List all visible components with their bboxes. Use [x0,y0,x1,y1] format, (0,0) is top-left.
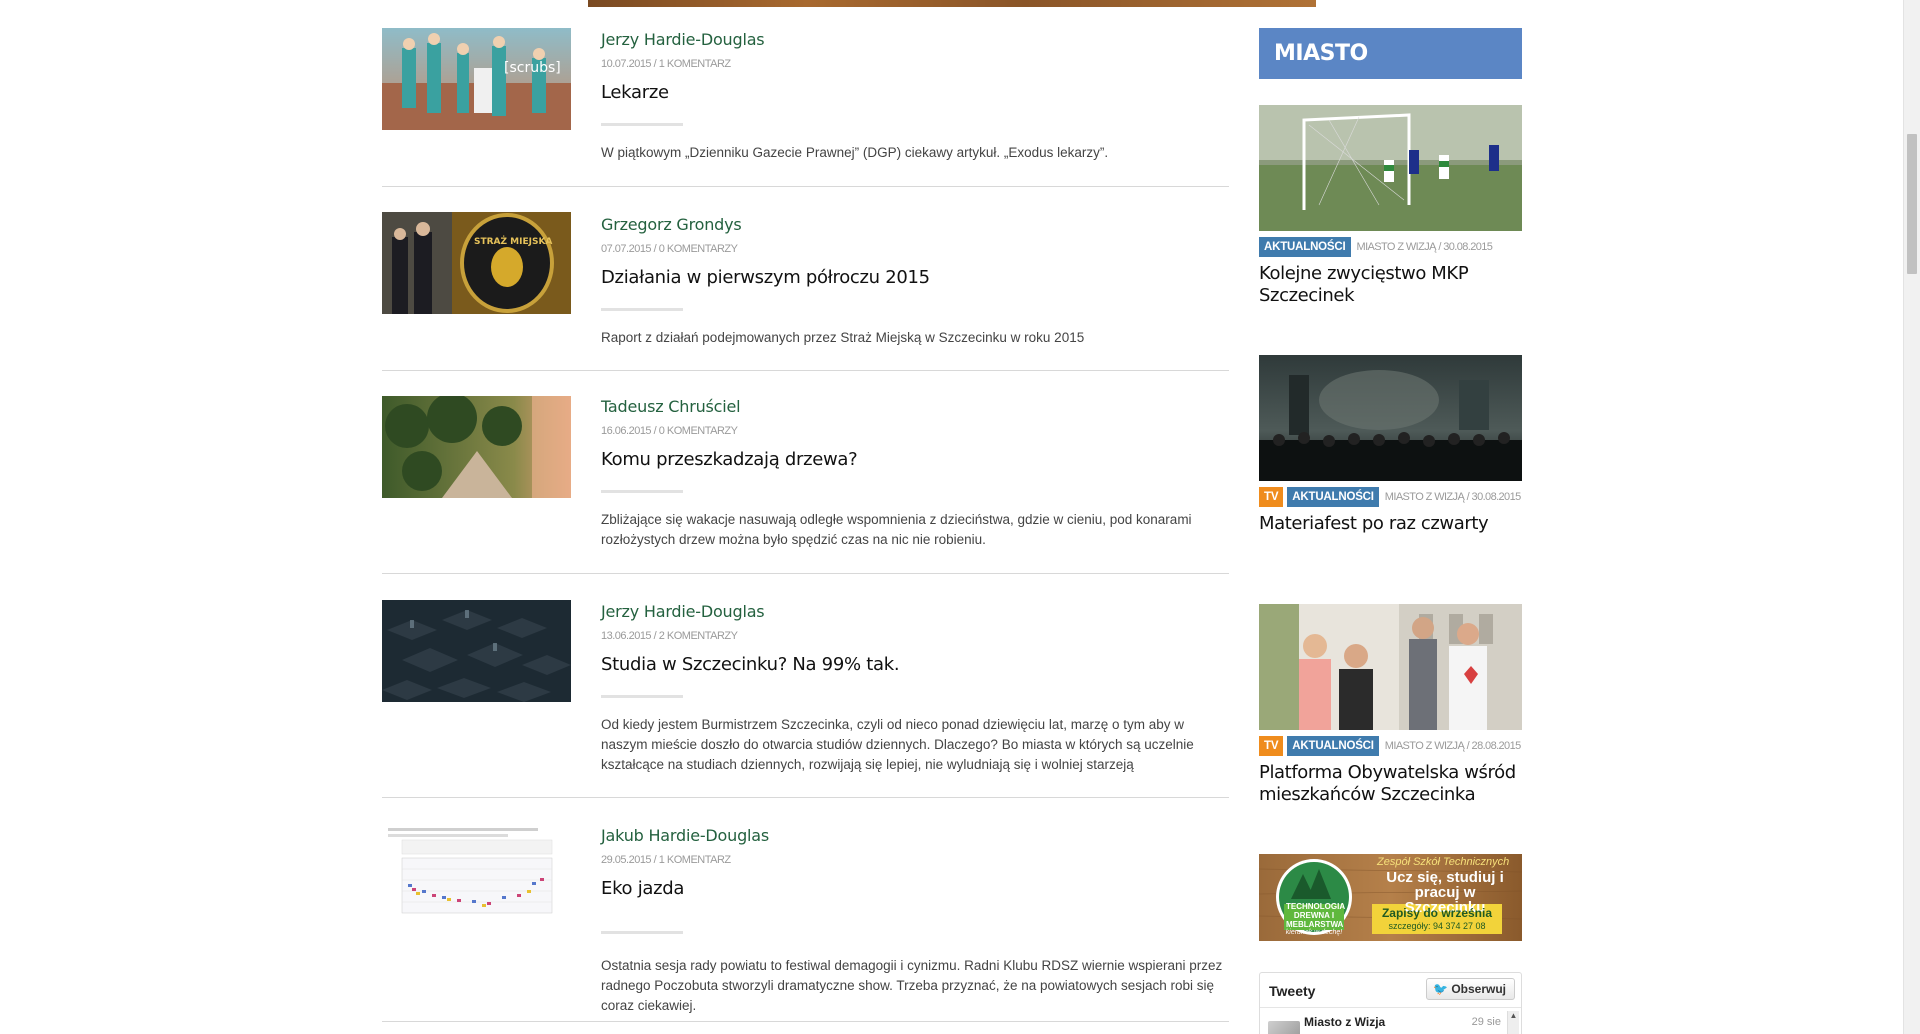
sidebar-news-title-link[interactable]: Materiafest po raz czwarty [1259,513,1522,535]
avatar [1268,1021,1300,1034]
separator [601,123,683,126]
sidebar-news-item: TV AKTUALNOŚCI MIASTO Z WIZJĄ / 30.08.20… [1259,355,1522,535]
sidebar-news-title-link[interactable]: Platforma Obywatelska wśród mieszkańców … [1259,762,1522,806]
article-meta: 16.06.2015 / 0 KOMENTARZY [601,425,738,437]
separator [601,308,683,311]
thumb-caption: [scrubs] [504,60,561,76]
sidebar-header: MIASTO [1259,28,1522,79]
tweet-item[interactable]: Miasto z Wizja 29 sie [1268,1013,1501,1034]
sidebar-news-meta: MIASTO Z WIZJĄ / 30.08.2015 [1356,241,1493,253]
article-title-link[interactable]: Studia w Szczecinku? Na 99% tak. [601,653,1229,677]
sidebar-news-item: AKTUALNOŚCI MIASTO Z WIZJĄ / 30.08.2015 … [1259,105,1522,307]
category-tag[interactable]: AKTUALNOŚCI [1259,237,1351,257]
sidebar-news-item: TV AKTUALNOŚCI MIASTO Z WIZJĄ / 28.08.20… [1259,604,1522,806]
article-author-link[interactable]: Jerzy Hardie-Douglas [601,29,1229,51]
article-thumbnail[interactable] [382,600,571,702]
category-tag[interactable]: TV [1259,736,1284,756]
sidebar-news-meta: MIASTO Z WIZJĄ / 30.08.2015 [1384,491,1521,503]
article-excerpt: Ostatnia sesja rady powiatu to festiwal … [601,958,1223,1013]
article-author-link[interactable]: Jakub Hardie-Douglas [601,825,1229,847]
ad-banner[interactable]: Zespół Szkół Technicznych Ucz się, studi… [1259,854,1522,941]
category-tag[interactable]: AKTUALNOŚCI [1287,487,1379,507]
tweet-author: Miasto z Wizja [1304,1015,1386,1029]
ad-enroll-text: Zapisy do września [1381,906,1493,920]
article-thumbnail[interactable]: STRAŻ MIEJSKA [382,212,571,314]
article-item: Jakub Hardie-Douglas 29.05.2015 / 1 KOME… [382,798,1229,1022]
article-item: Tadeusz Chruściel 16.06.2015 / 0 KOMENTA… [382,371,1229,574]
article-title-link[interactable]: Eko jazda [601,877,1229,901]
scrollbar-thumb[interactable] [1907,134,1917,274]
article-author-link[interactable]: Tadeusz Chruściel [601,396,1229,418]
article-title-link[interactable]: Komu przeszkadzają drzewa? [601,448,1229,472]
separator [601,490,683,493]
thumb-caption: STRAŻ MIEJSKA [474,236,552,247]
divider [1260,1007,1521,1008]
category-tag[interactable]: TV [1259,487,1284,507]
sidebar-news-image[interactable] [1259,105,1522,231]
twitter-widget: Tweety 🐦 Obserwuj Miasto z Wizja 29 sie ▲ [1259,972,1522,1034]
follow-label: Obserwuj [1451,982,1506,996]
article-meta: 10.07.2015 / 1 KOMENTARZ [601,58,731,70]
article-item: STRAŻ MIEJSKA Grzegorz Grondys 07.07.201… [382,187,1229,371]
sidebar-header-label: MIASTO [1274,41,1368,66]
sidebar-news-image[interactable] [1259,355,1522,481]
ad-school-name: Zespół Szkół Technicznych [1377,856,1510,868]
separator [601,695,683,698]
article-excerpt: Raport z działań podejmowanych przez Str… [601,330,1085,345]
article-item: Jerzy Hardie-Douglas 13.06.2015 / 2 KOME… [382,574,1229,798]
twitter-bird-icon: 🐦 [1433,982,1449,996]
sidebar-news-image[interactable] [1259,604,1522,730]
separator [601,931,683,934]
article-meta: 07.07.2015 / 0 KOMENTARZY [601,243,738,255]
category-tag[interactable]: AKTUALNOŚCI [1287,736,1379,756]
article-meta: 13.06.2015 / 2 KOMENTARZY [601,630,738,642]
article-thumbnail[interactable]: [scrubs] [382,28,571,130]
chevron-up-icon: ▲ [1509,1011,1518,1020]
ad-badge-subtitle: kierunek w dechę! [1285,929,1343,936]
tweet-time: 29 sie [1471,1016,1501,1028]
ad-badge-text: TECHNOLOGIA DREWNA I MEBLARSTWA [1286,902,1346,929]
article-title-link[interactable]: Działania w pierwszym półroczu 2015 [601,266,1229,290]
tweets-title: Tweety [1269,983,1316,999]
article-meta: 29.05.2015 / 1 KOMENTARZ [601,854,731,866]
page-scrollbar[interactable] [1903,0,1920,1034]
article-thumbnail[interactable] [382,396,571,498]
sidebar-news-title-link[interactable]: Kolejne zwycięstwo MKP Szczecinek [1259,263,1522,307]
article-excerpt: W piątkowym „Dzienniku Gazecie Prawnej” … [601,145,1109,160]
article-author-link[interactable]: Grzegorz Grondys [601,214,1229,236]
article-excerpt: Od kiedy jestem Burmistrzem Szczecinka, … [601,717,1194,772]
tweets-scrollbar[interactable]: ▲ [1507,1011,1519,1034]
article-item: [scrubs] Jerzy Hardie-Douglas 10.07.2015… [382,0,1229,187]
ad-phone: szczegóły: 94 374 27 08 [1388,921,1486,931]
twitter-follow-button[interactable]: 🐦 Obserwuj [1426,978,1515,1000]
article-author-link[interactable]: Jerzy Hardie-Douglas [601,601,1229,623]
article-thumbnail[interactable] [382,824,571,926]
article-title-link[interactable]: Lekarze [601,81,1229,105]
article-excerpt: Zbliżające się wakacje nasuwają odległe … [601,512,1192,547]
sidebar-news-meta: MIASTO Z WIZJĄ / 28.08.2015 [1384,740,1521,752]
